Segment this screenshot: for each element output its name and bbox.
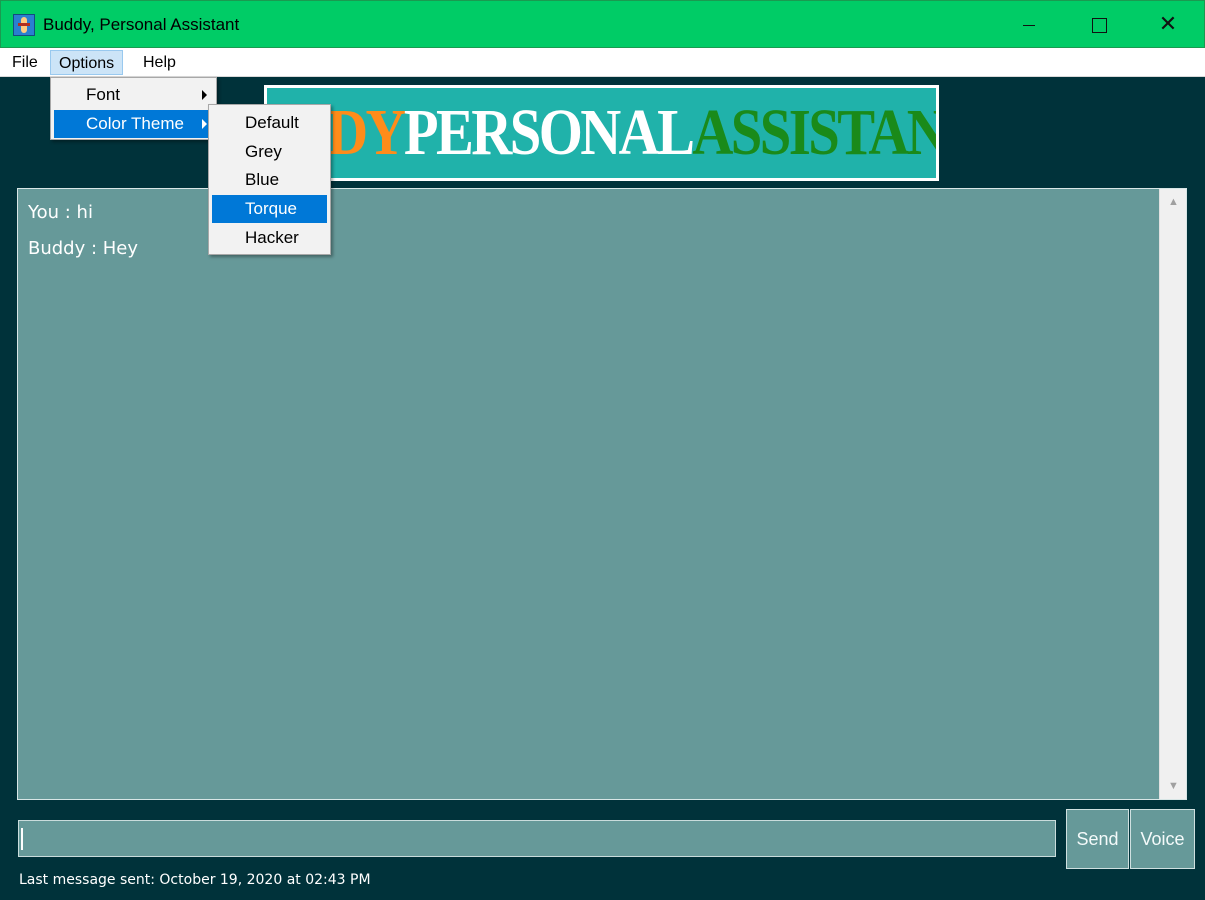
chat-scrollbar[interactable]: ▲ ▼ <box>1159 189 1186 799</box>
theme-option[interactable]: Default <box>212 109 327 137</box>
menu-file[interactable]: File <box>4 50 46 75</box>
theme-option[interactable]: Grey <box>212 138 327 166</box>
submenu-arrow-icon <box>202 90 207 100</box>
app-icon[interactable] <box>13 14 35 36</box>
menu-item-color-theme[interactable]: Color Theme <box>54 110 213 138</box>
logo-text: BUDDYPERSONALASSISTANT <box>267 100 936 166</box>
status-text: Last message sent: October 19, 2020 at 0… <box>19 872 371 888</box>
window-title: Buddy, Personal Assistant <box>43 15 240 34</box>
logo-assistant-text: ASSISTANT <box>692 96 936 169</box>
color-theme-submenu: Default Grey Blue Torque Hacker <box>208 104 331 255</box>
scroll-down-icon[interactable]: ▼ <box>1160 775 1187 797</box>
options-dropdown: Font Color Theme <box>50 77 217 140</box>
send-button[interactable]: Send <box>1066 809 1129 869</box>
menu-help[interactable]: Help <box>135 50 184 75</box>
voice-button[interactable]: Voice <box>1130 809 1195 869</box>
menu-options[interactable]: Options <box>50 50 124 75</box>
theme-option[interactable]: Torque <box>212 195 327 223</box>
menu-item-font[interactable]: Font <box>54 81 213 109</box>
menu-item-label: Font <box>86 85 121 104</box>
logo-personal-text: PERSONAL <box>403 96 695 169</box>
chat-log[interactable]: You : hi Buddy : Hey ▲ ▼ <box>17 188 1187 800</box>
theme-option[interactable]: Hacker <box>212 224 327 252</box>
message-input[interactable] <box>18 820 1056 857</box>
maximize-button[interactable] <box>1063 1 1133 49</box>
chat-message: You : hi <box>28 202 93 223</box>
scroll-up-icon[interactable]: ▲ <box>1160 191 1187 213</box>
text-caret <box>21 828 23 850</box>
submenu-arrow-icon <box>202 119 207 129</box>
menu-bar: File Options Help <box>0 48 1205 77</box>
chat-message: Buddy : Hey <box>28 238 139 259</box>
app-logo: BUDDYPERSONALASSISTANT <box>264 85 939 181</box>
menu-item-label: Color Theme <box>86 114 184 133</box>
close-icon: ✕ <box>1158 12 1178 37</box>
title-bar: Buddy, Personal Assistant ✕ <box>0 0 1205 48</box>
theme-option[interactable]: Blue <box>212 166 327 194</box>
close-button[interactable]: ✕ <box>1133 1 1203 49</box>
minimize-button[interactable] <box>993 1 1063 49</box>
